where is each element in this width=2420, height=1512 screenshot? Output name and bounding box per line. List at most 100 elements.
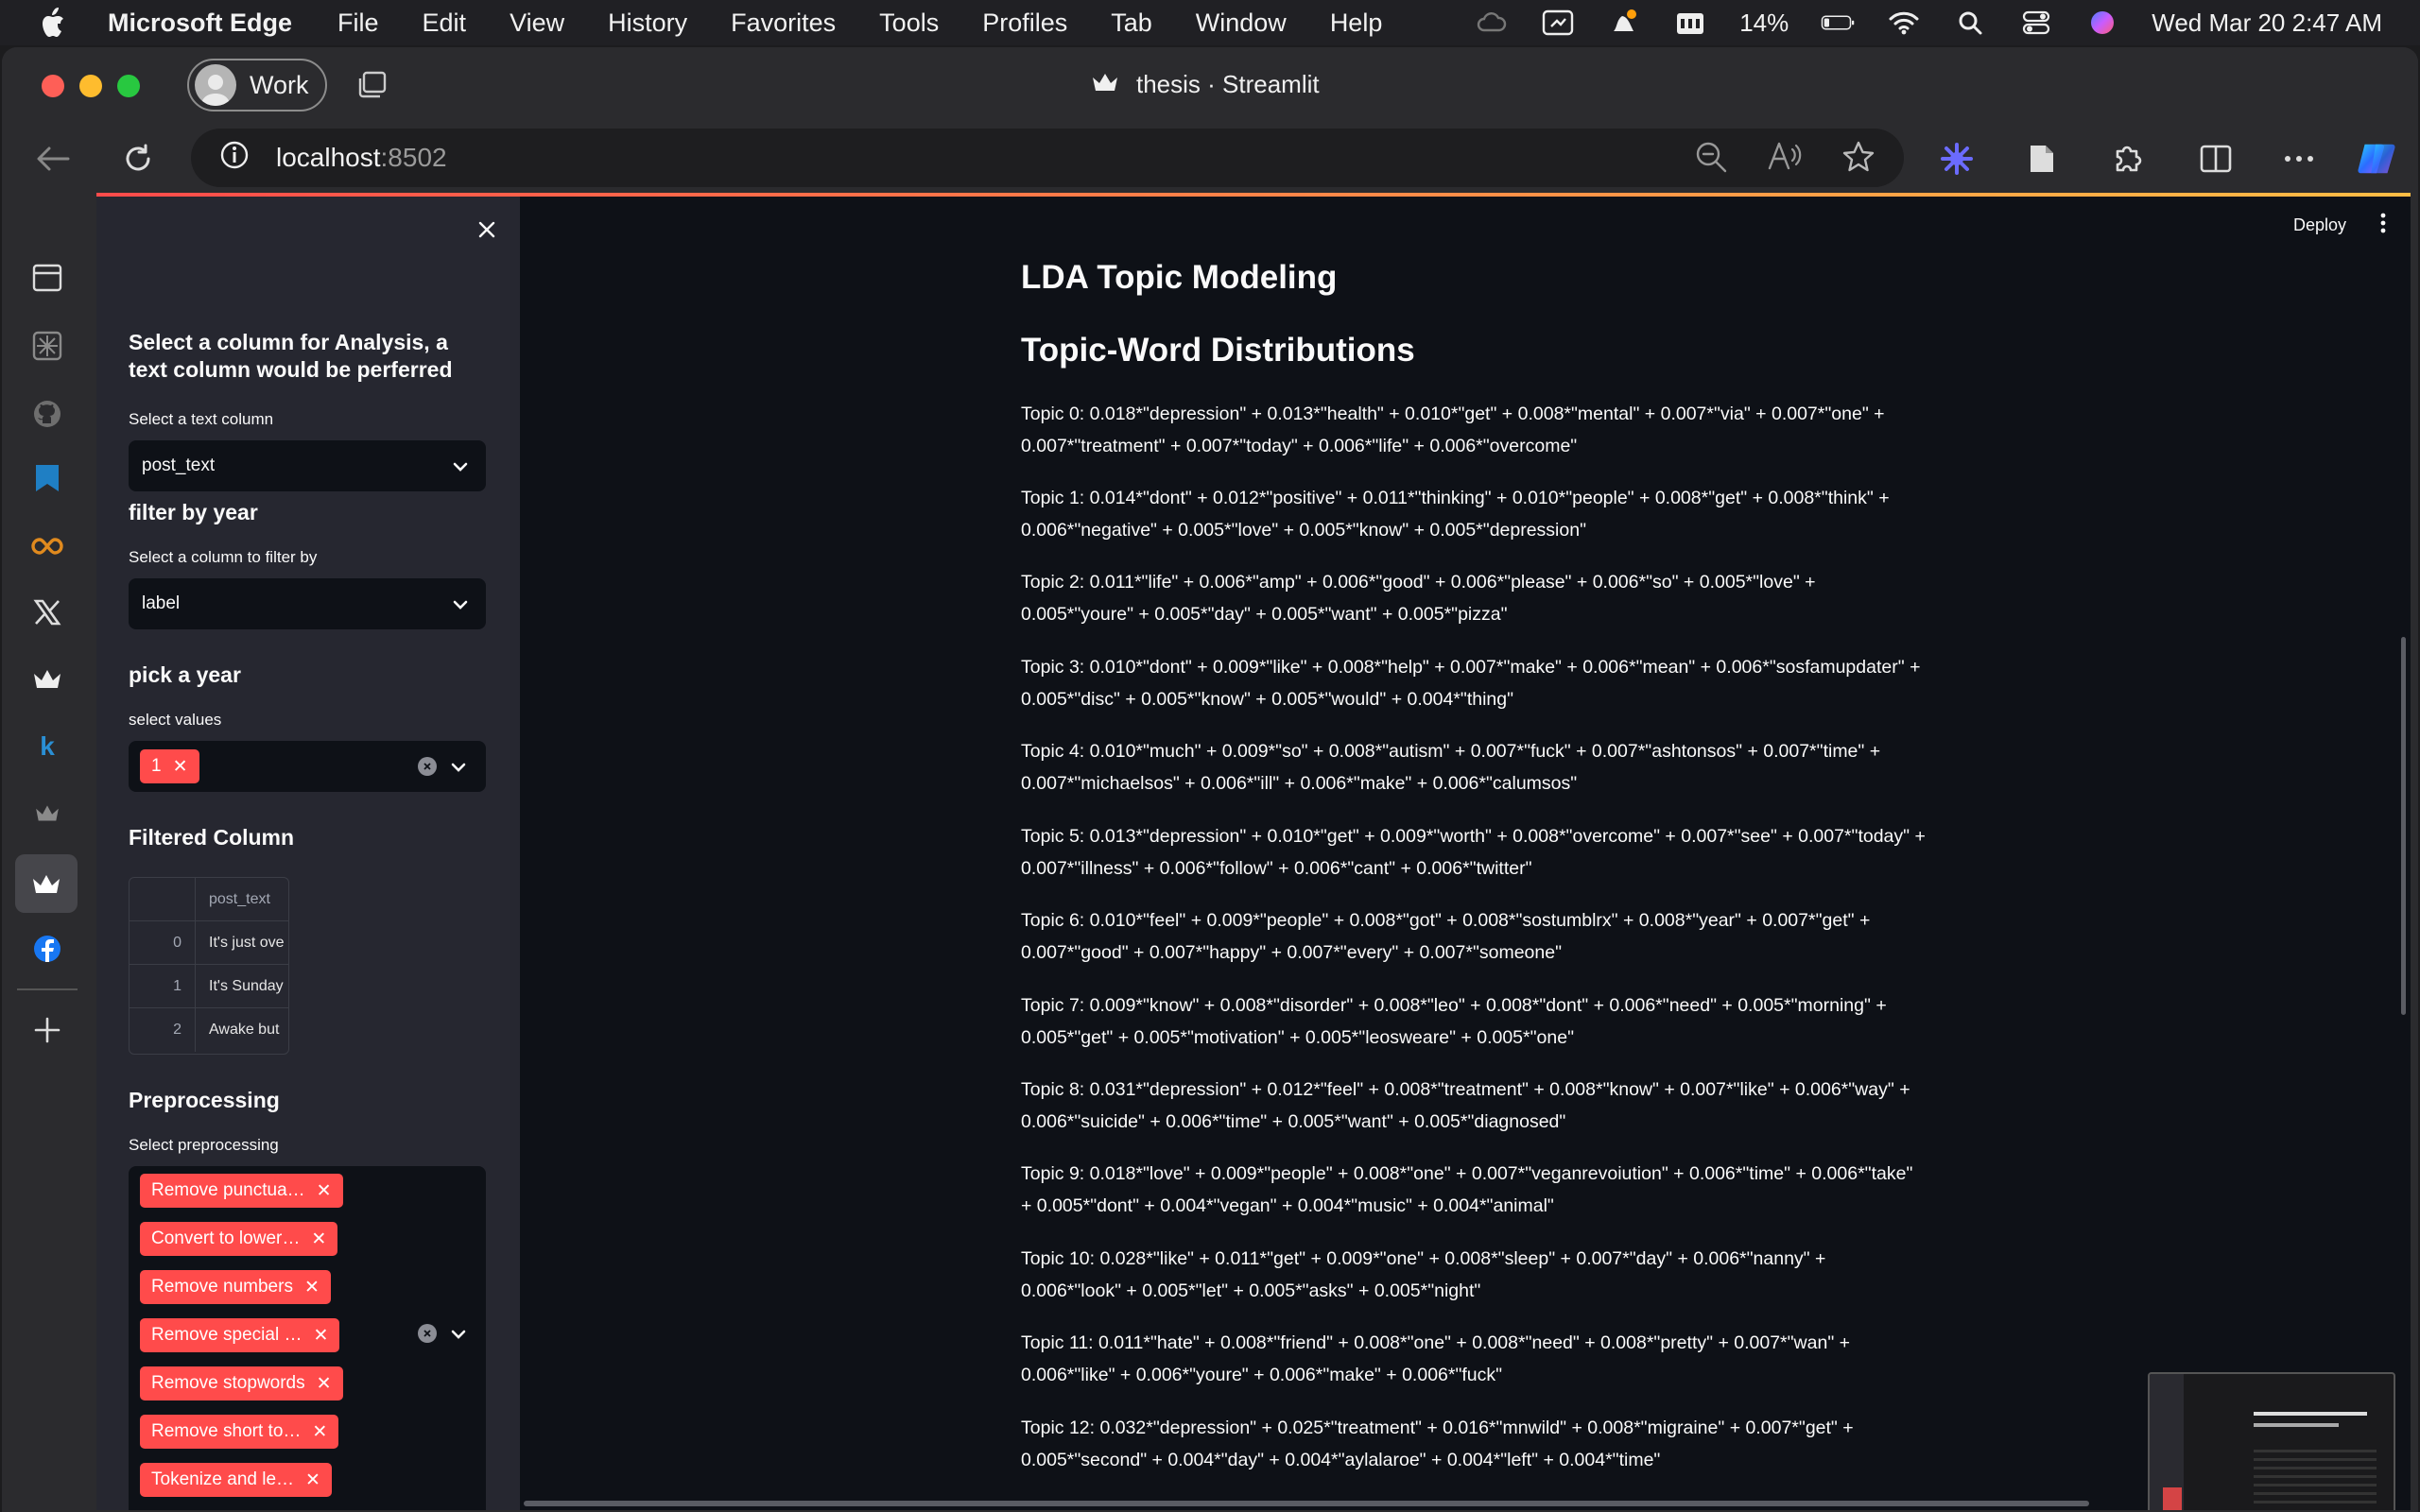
- row-index: 1: [130, 965, 196, 1007]
- column-header[interactable]: post_text: [196, 878, 288, 920]
- preprocessing-chip[interactable]: Remove punctua… ✕: [140, 1174, 343, 1208]
- control-center-icon[interactable]: [2019, 9, 2053, 36]
- table-row[interactable]: 2 Awake but: [130, 1008, 288, 1052]
- text-column-select[interactable]: post_text: [129, 440, 486, 491]
- menu-edit[interactable]: Edit: [423, 9, 467, 38]
- preprocessing-chip[interactable]: Remove stopwords ✕: [140, 1366, 343, 1400]
- streamlit-app-icon-active[interactable]: [15, 854, 78, 913]
- preprocessing-chip[interactable]: Remove numbers ✕: [140, 1270, 331, 1304]
- vertical-tabs-icon[interactable]: [25, 255, 70, 301]
- remove-chip-icon[interactable]: ✕: [173, 756, 188, 778]
- row-cell[interactable]: It's just ove: [196, 921, 288, 964]
- preprocessing-chip[interactable]: Remove short to… ✕: [140, 1415, 339, 1449]
- battery-icon[interactable]: [1821, 9, 1855, 36]
- chevron-down-icon[interactable]: [450, 761, 467, 778]
- kebab-menu-icon[interactable]: [2380, 213, 2386, 238]
- active-tab[interactable]: thesis · Streamlit: [1091, 70, 1320, 99]
- add-plus-icon[interactable]: [25, 1007, 70, 1053]
- facebook-icon[interactable]: [25, 926, 70, 971]
- horizontal-scrollbar[interactable]: [524, 1501, 2089, 1506]
- menu-tools[interactable]: Tools: [879, 9, 939, 38]
- remove-chip-icon[interactable]: ✕: [317, 1180, 332, 1202]
- clear-all-icon[interactable]: [418, 757, 437, 776]
- zoom-window-button[interactable]: [117, 75, 140, 97]
- x-twitter-icon[interactable]: [25, 590, 70, 635]
- menu-file[interactable]: File: [337, 9, 379, 38]
- menu-window[interactable]: Window: [1196, 9, 1287, 38]
- menu-history[interactable]: History: [608, 9, 687, 38]
- pinned-site-grid-icon[interactable]: [25, 323, 70, 369]
- values-multiselect[interactable]: 1 ✕: [129, 741, 486, 792]
- close-window-button[interactable]: [42, 75, 64, 97]
- index-header: [130, 878, 196, 920]
- table-row[interactable]: 1 It's Sunday: [130, 965, 288, 1008]
- zoom-out-icon[interactable]: [1694, 140, 1728, 180]
- menu-help[interactable]: Help: [1330, 9, 1383, 38]
- value-chip[interactable]: 1 ✕: [140, 749, 199, 783]
- row-cell[interactable]: Awake but: [196, 1008, 288, 1052]
- apple-icon[interactable]: [38, 7, 70, 39]
- year-heading: pick a year: [129, 662, 241, 687]
- copilot-icon[interactable]: [2356, 138, 2397, 180]
- menu-view[interactable]: View: [510, 9, 564, 38]
- filtered-dataframe[interactable]: post_text 0 It's just ove 1 It's Sunday …: [129, 877, 289, 1055]
- clock-datetime[interactable]: Wed Mar 20 2:47 AM: [2152, 9, 2382, 38]
- site-info-icon[interactable]: [219, 140, 250, 177]
- address-bar[interactable]: localhost:8502: [191, 129, 1904, 187]
- document-icon[interactable]: [2021, 138, 2063, 180]
- split-screen-icon[interactable]: [2195, 138, 2237, 180]
- close-sidebar-icon[interactable]: [473, 215, 501, 244]
- more-menu-icon[interactable]: [2278, 138, 2320, 180]
- chip-label: Tokenize and le…: [151, 1469, 295, 1489]
- profile-button[interactable]: Work: [187, 59, 327, 112]
- back-arrow-icon[interactable]: [32, 138, 74, 180]
- spotlight-search-icon[interactable]: [1953, 9, 1987, 36]
- preprocessing-chip[interactable]: Convert to lower… ✕: [140, 1222, 338, 1256]
- notification-icon[interactable]: [1607, 9, 1641, 36]
- clear-all-icon[interactable]: [418, 1324, 437, 1343]
- extension-gear-icon[interactable]: [1936, 138, 1978, 180]
- browser-window: Work thesis · Streamlit localhost:8502: [2, 47, 2418, 1512]
- chevron-down-icon[interactable]: [450, 1328, 467, 1345]
- favorite-star-icon[interactable]: [1841, 140, 1876, 180]
- app-menu-name[interactable]: Microsoft Edge: [108, 9, 292, 38]
- menu-tab[interactable]: Tab: [1111, 9, 1152, 38]
- tab-actions-icon[interactable]: [355, 70, 389, 107]
- github-icon[interactable]: [25, 391, 70, 437]
- streamlit-app-icon-2[interactable]: [25, 790, 70, 835]
- screenshot-thumbnail[interactable]: [2148, 1372, 2395, 1510]
- remove-chip-icon[interactable]: ✕: [317, 1373, 332, 1395]
- creative-cloud-icon[interactable]: [1475, 9, 1509, 36]
- deploy-button[interactable]: Deploy: [2293, 215, 2346, 235]
- extensions-puzzle-icon[interactable]: [2106, 138, 2148, 180]
- wifi-icon[interactable]: [1887, 9, 1921, 36]
- calendar-app-icon[interactable]: [1673, 9, 1707, 36]
- remove-chip-icon[interactable]: ✕: [305, 1469, 320, 1491]
- text-column-label: Select a text column: [129, 410, 274, 428]
- row-cell[interactable]: It's Sunday: [196, 965, 288, 1007]
- menu-profiles[interactable]: Profiles: [982, 9, 1067, 38]
- coursera-infinity-icon[interactable]: [25, 524, 70, 569]
- battery-percent: 14%: [1739, 8, 1789, 37]
- menu-favorites[interactable]: Favorites: [731, 9, 836, 38]
- bookmark-app-icon[interactable]: [25, 455, 70, 501]
- streamlit-app-icon[interactable]: [25, 656, 70, 701]
- remove-chip-icon[interactable]: ✕: [312, 1421, 327, 1443]
- reload-icon[interactable]: [117, 138, 159, 180]
- preprocessing-multiselect[interactable]: Remove punctua… ✕ Convert to lower… ✕ Remo…: [129, 1166, 486, 1510]
- avatar: [195, 64, 236, 106]
- preprocessing-chip[interactable]: Remove special … ✕: [140, 1318, 340, 1352]
- read-aloud-icon[interactable]: [1766, 140, 1804, 180]
- vertical-scrollbar[interactable]: [2401, 637, 2406, 1015]
- minimize-window-button[interactable]: [79, 75, 102, 97]
- remove-chip-icon[interactable]: ✕: [304, 1277, 320, 1298]
- screen-share-icon[interactable]: [1541, 9, 1575, 36]
- table-row[interactable]: 0 It's just ove: [130, 921, 288, 965]
- kaggle-k-icon[interactable]: k: [25, 724, 70, 769]
- siri-icon[interactable]: [2085, 9, 2119, 36]
- chip-label: Remove stopwords: [151, 1373, 305, 1393]
- preprocessing-chip[interactable]: Tokenize and le… ✕: [140, 1463, 332, 1497]
- filter-column-select[interactable]: label: [129, 578, 486, 629]
- remove-chip-icon[interactable]: ✕: [311, 1228, 326, 1250]
- remove-chip-icon[interactable]: ✕: [313, 1325, 328, 1347]
